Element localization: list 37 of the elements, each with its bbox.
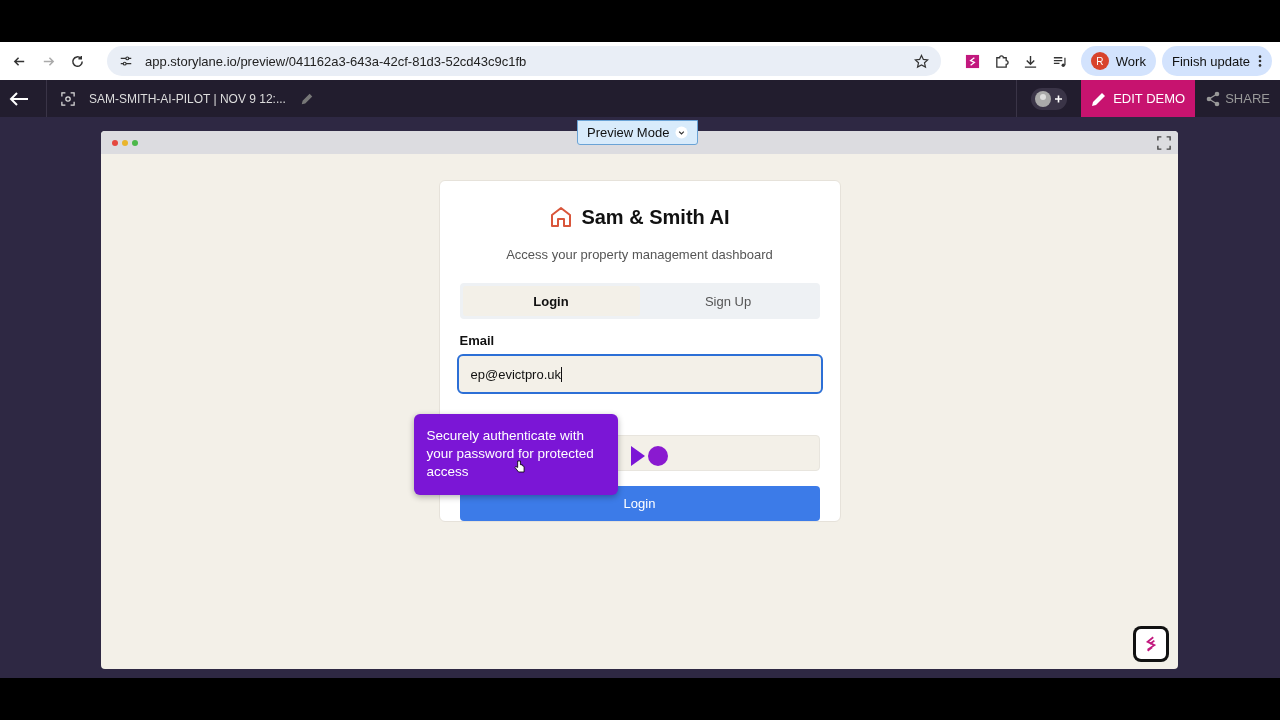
- screenshot-icon: [61, 91, 75, 106]
- edit-demo-button[interactable]: EDIT DEMO: [1081, 80, 1196, 117]
- pencil-icon: [1091, 90, 1108, 107]
- finish-update-button[interactable]: Finish update: [1161, 46, 1272, 76]
- star-icon[interactable]: [913, 53, 929, 69]
- person-plus-icon: [1034, 89, 1065, 108]
- hotspot-dot[interactable]: [647, 446, 668, 466]
- address-bar[interactable]: app.storylane.io/preview/041162a3-643a-42cf-81d3-52cd43c9c1fb: [107, 46, 941, 76]
- hand-cursor-icon: [513, 460, 525, 473]
- tab[interactable]: Sign Up: [639, 286, 817, 316]
- profile-button[interactable]: R Work: [1080, 46, 1156, 76]
- download-icon[interactable]: [1022, 53, 1038, 69]
- email-field[interactable]: ep@evictpro.uk: [456, 354, 823, 394]
- share-icon: [1205, 90, 1222, 107]
- share-button[interactable]: SHARE: [1203, 90, 1280, 107]
- chevron-icon: [675, 126, 689, 139]
- preview-mode-dropdown[interactable]: Preview Mode: [577, 120, 699, 145]
- back-arrow-icon[interactable]: [8, 91, 30, 106]
- email-label: Email: [459, 333, 496, 348]
- url-text: app.storylane.io/preview/041162a3-643a-42cf-81d3-52cd43c9c1fb: [145, 53, 528, 69]
- more-icon: [1258, 54, 1262, 68]
- storylane-badge[interactable]: [1136, 629, 1166, 659]
- window-controls-icon: [111, 138, 141, 147]
- demo-title: SAM-SMITH-AI-PILOT | NOV 9 12:...: [89, 91, 286, 106]
- tooltip-pointer-icon: [630, 446, 645, 466]
- subtitle: Access your property management dashboard: [505, 247, 774, 262]
- add-collaborator-button[interactable]: [1031, 87, 1068, 110]
- tab[interactable]: Login: [462, 286, 640, 316]
- site-settings-icon[interactable]: [119, 54, 133, 68]
- pencil-icon[interactable]: [299, 91, 314, 106]
- extension-icon[interactable]: [964, 53, 980, 69]
- house-icon: [549, 205, 574, 229]
- reload-icon[interactable]: [70, 53, 85, 69]
- puzzle-icon[interactable]: [993, 53, 1009, 69]
- fullscreen-icon[interactable]: [1157, 135, 1171, 150]
- tooltip: Securely authenticate with your password for protected access: [413, 414, 618, 495]
- brand-name: Sam & Smith AI: [581, 205, 730, 229]
